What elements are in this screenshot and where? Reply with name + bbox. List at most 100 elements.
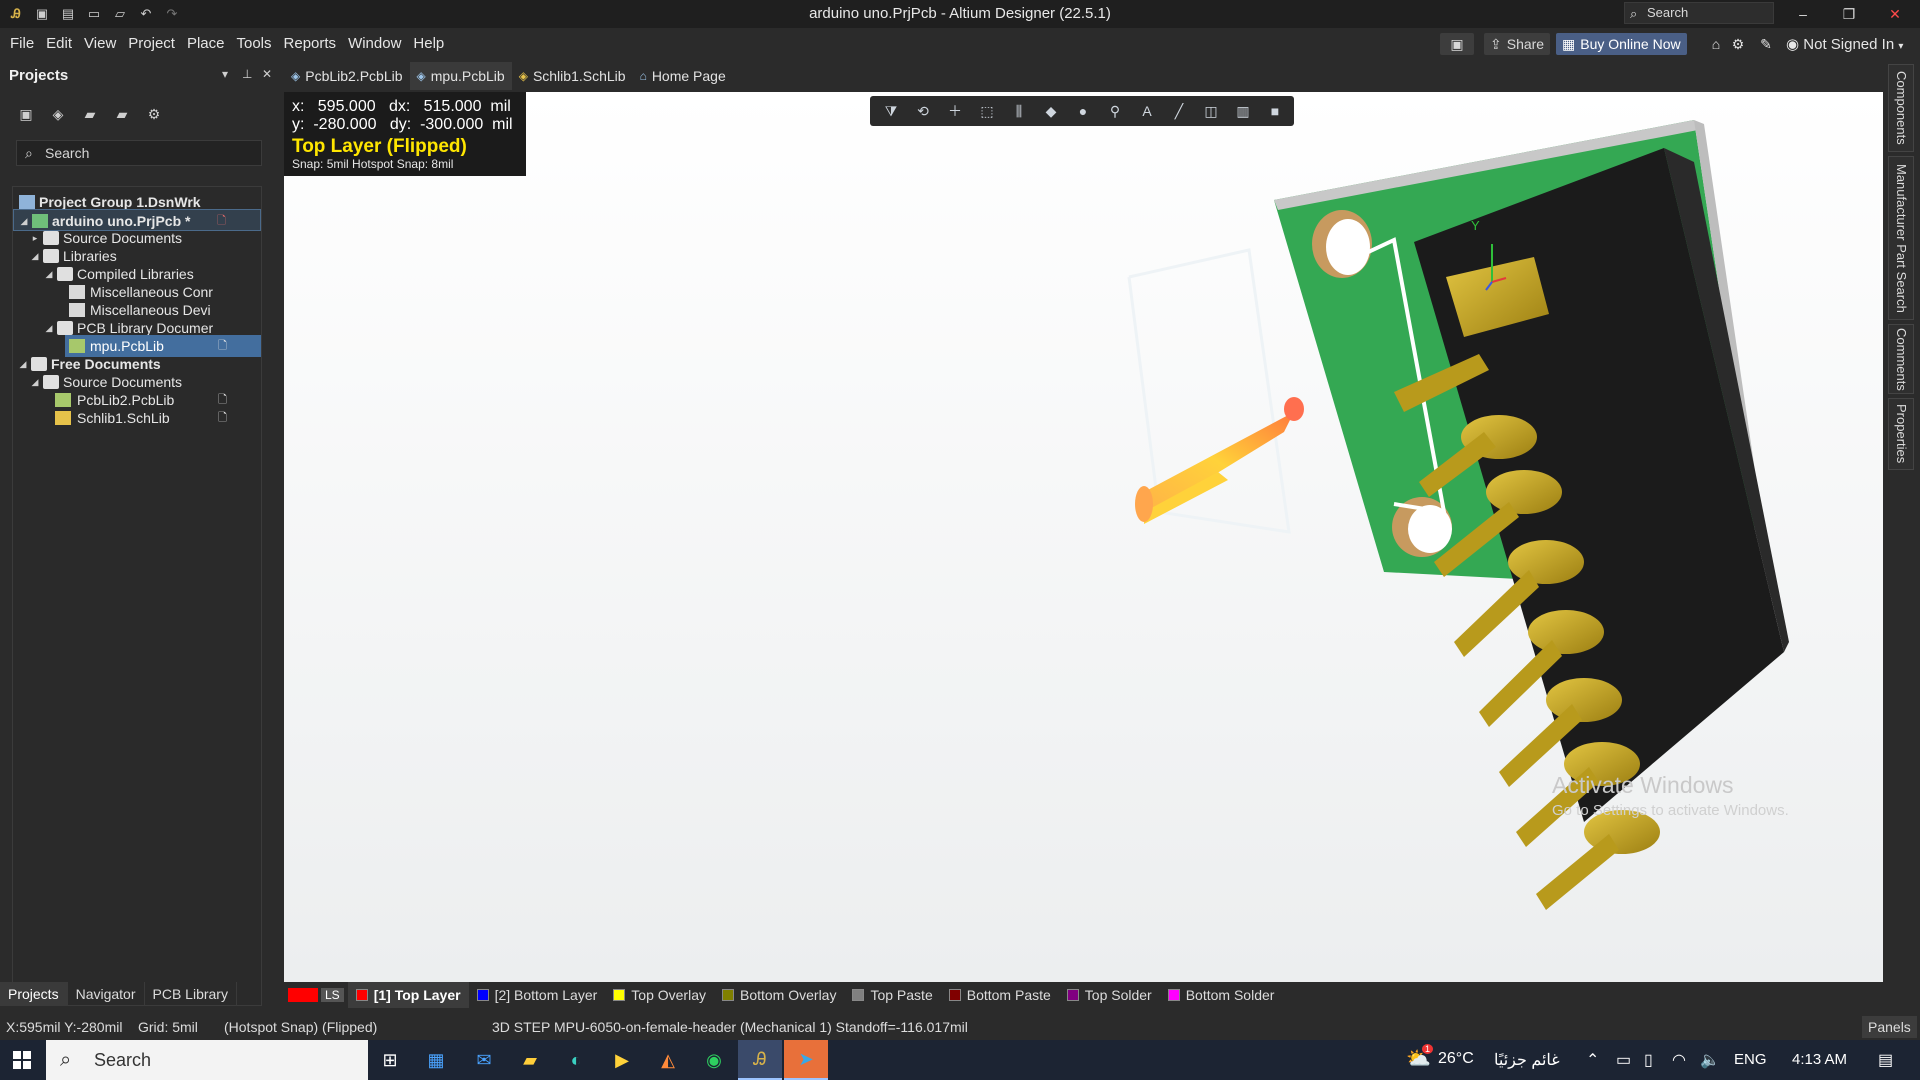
- weather-temperature[interactable]: 26°C: [1438, 1050, 1474, 1068]
- share-button[interactable]: ⇪ Share: [1484, 33, 1551, 55]
- via-icon[interactable]: ●: [1070, 99, 1096, 123]
- taskbar-search-input[interactable]: ⌕ Search: [46, 1040, 368, 1080]
- pcb-3d-canvas[interactable]: Y x: 595.000 dx: 515.000 mil y: -280.000…: [284, 92, 1883, 982]
- layer-tab-top-layer[interactable]: [1] Top Layer: [347, 982, 469, 1008]
- filter-icon[interactable]: ⧩: [878, 99, 904, 123]
- layer-color-swatch: [721, 989, 734, 1001]
- tab-home-page[interactable]: ⌂ Home Page: [633, 62, 733, 90]
- menu-place[interactable]: Place: [181, 35, 231, 52]
- tab-pcblib2[interactable]: ◈ PcbLib2.PcbLib: [284, 62, 410, 90]
- panel-tabs: Projects Navigator PCB Library: [0, 982, 276, 1006]
- layer-tab-bottom-overlay[interactable]: Bottom Overlay: [714, 982, 844, 1008]
- input-language[interactable]: ENG: [1734, 1051, 1767, 1068]
- layer-tab-bottom-paste[interactable]: Bottom Paste: [941, 982, 1059, 1008]
- graph-icon[interactable]: ▥: [1230, 99, 1256, 123]
- layer-tab-bottom-solder[interactable]: Bottom Solder: [1160, 982, 1283, 1008]
- projects-panel-header: Projects ▾ ⊥ ✕: [0, 60, 276, 90]
- route-icon[interactable]: ⟲: [910, 99, 936, 123]
- panel-menu-icon[interactable]: ▾: [222, 67, 228, 81]
- tab-components[interactable]: Components: [1888, 64, 1914, 152]
- menu-help[interactable]: Help: [407, 35, 450, 52]
- notifications-icon[interactable]: ✎: [1756, 34, 1776, 54]
- projects-search-placeholder: Search: [45, 145, 90, 161]
- menu-reports[interactable]: Reports: [278, 35, 343, 52]
- device-icon[interactable]: ▯: [1644, 1050, 1653, 1070]
- place-icon[interactable]: ⚲: [1102, 99, 1128, 123]
- user-account[interactable]: ◉ Not Signed In ▾: [1786, 35, 1903, 53]
- y-axis-label: Y: [1471, 218, 1480, 233]
- altium-designer-icon[interactable]: Ꭿ: [738, 1040, 782, 1080]
- chevron-up-icon[interactable]: ⌃: [1586, 1050, 1599, 1070]
- clock[interactable]: 4:13 AM: [1792, 1051, 1847, 1068]
- layer-tab-top-solder[interactable]: Top Solder: [1059, 982, 1160, 1008]
- chart-icon[interactable]: ⫼: [1006, 99, 1032, 123]
- mounting-hole-inner: [1326, 219, 1370, 275]
- volume-icon[interactable]: 🔈: [1700, 1050, 1720, 1070]
- tab-projects[interactable]: Projects: [0, 982, 68, 1006]
- tab-comments[interactable]: Comments: [1888, 324, 1914, 394]
- select-rect-icon[interactable]: ⬚: [974, 99, 1000, 123]
- home-icon[interactable]: ⌂: [1706, 34, 1726, 54]
- pin-icon[interactable]: ⊥: [242, 67, 252, 81]
- menu-tools[interactable]: Tools: [231, 35, 278, 52]
- pad-icon[interactable]: ◆: [1038, 99, 1064, 123]
- whatsapp-icon[interactable]: ◉: [692, 1040, 736, 1080]
- save-project-icon[interactable]: ▣: [16, 104, 36, 124]
- close-button[interactable]: ✕: [1872, 0, 1918, 28]
- file-explorer-icon[interactable]: ▰: [508, 1040, 552, 1080]
- settings-icon[interactable]: ⚙: [144, 104, 164, 124]
- pcb-project-icon: [32, 214, 48, 228]
- edge-icon[interactable]: ◐: [554, 1040, 598, 1080]
- add-icon[interactable]: ＋: [942, 99, 968, 123]
- task-view-icon[interactable]: ⊞: [368, 1040, 412, 1080]
- menu-window[interactable]: Window: [342, 35, 407, 52]
- weather-description[interactable]: غائم جزئيًا: [1494, 1050, 1560, 1070]
- line-icon[interactable]: ╱: [1166, 99, 1192, 123]
- tab-pcb-library[interactable]: PCB Library: [145, 982, 237, 1006]
- tree-item-schlib1[interactable]: Schlib1.SchLib 🗋: [13, 407, 261, 429]
- tab-label: PcbLib2.PcbLib: [305, 68, 403, 84]
- dimension-icon[interactable]: ◫: [1198, 99, 1224, 123]
- matlab-icon[interactable]: ◭: [646, 1040, 690, 1080]
- menu-project[interactable]: Project: [122, 35, 181, 52]
- start-button[interactable]: [0, 1040, 44, 1080]
- layer-tab-top-paste[interactable]: Top Paste: [844, 982, 940, 1008]
- feedback-button[interactable]: ▣: [1440, 33, 1474, 55]
- menu-edit[interactable]: Edit: [40, 35, 78, 52]
- layer-tab-top-overlay[interactable]: Top Overlay: [605, 982, 714, 1008]
- sticky-app-icon[interactable]: ▶: [600, 1040, 644, 1080]
- buy-online-button[interactable]: ▦ Buy Online Now: [1556, 33, 1687, 55]
- battery-icon[interactable]: ▭: [1616, 1050, 1631, 1070]
- tab-properties[interactable]: Properties: [1888, 398, 1914, 470]
- mail-icon[interactable]: ✉: [462, 1040, 506, 1080]
- telegram-icon[interactable]: ➤: [784, 1040, 828, 1080]
- projects-search-input[interactable]: ⌕ Search: [16, 140, 262, 166]
- layer-set-button[interactable]: LS: [284, 988, 348, 1002]
- menu-view[interactable]: View: [78, 35, 122, 52]
- menu-file[interactable]: File: [4, 35, 40, 52]
- notification-center-icon[interactable]: ▤: [1878, 1050, 1893, 1070]
- hud-y-line: y: -280.000 dy: -300.000 mil: [292, 116, 513, 133]
- microsoft-store-icon[interactable]: ▦: [414, 1040, 458, 1080]
- compile-icon[interactable]: ◈: [48, 104, 68, 124]
- restore-button[interactable]: ❐: [1826, 0, 1872, 28]
- layer-color-swatch: [613, 989, 626, 1001]
- wifi-icon[interactable]: ◠: [1672, 1050, 1686, 1070]
- activate-windows-subtitle: Go to Settings to activate Windows.: [1552, 802, 1789, 819]
- global-search-input[interactable]: ⌕ Search: [1624, 2, 1774, 24]
- close-panel-icon[interactable]: ✕: [262, 67, 272, 81]
- open-folder-icon[interactable]: ▰: [80, 104, 100, 124]
- tab-schlib1[interactable]: ◈ Schlib1.SchLib: [512, 62, 633, 90]
- panels-button[interactable]: Panels: [1862, 1016, 1917, 1038]
- tab-navigator[interactable]: Navigator: [68, 982, 145, 1006]
- text-icon[interactable]: A: [1134, 99, 1160, 123]
- layer-tab-bottom-layer[interactable]: [2] Bottom Layer: [469, 982, 606, 1008]
- tab-label: Schlib1.SchLib: [532, 68, 626, 84]
- tab-mpu-pcblib[interactable]: ◈ mpu.PcbLib: [409, 62, 512, 90]
- folder-add-icon[interactable]: ▰: [112, 104, 132, 124]
- folder-icon: [31, 357, 47, 371]
- gear-icon[interactable]: ⚙: [1728, 34, 1748, 54]
- tab-manufacturer-part-search[interactable]: Manufacturer Part Search: [1888, 156, 1914, 320]
- minimize-button[interactable]: –: [1780, 0, 1826, 28]
- region-icon[interactable]: ■: [1262, 99, 1288, 123]
